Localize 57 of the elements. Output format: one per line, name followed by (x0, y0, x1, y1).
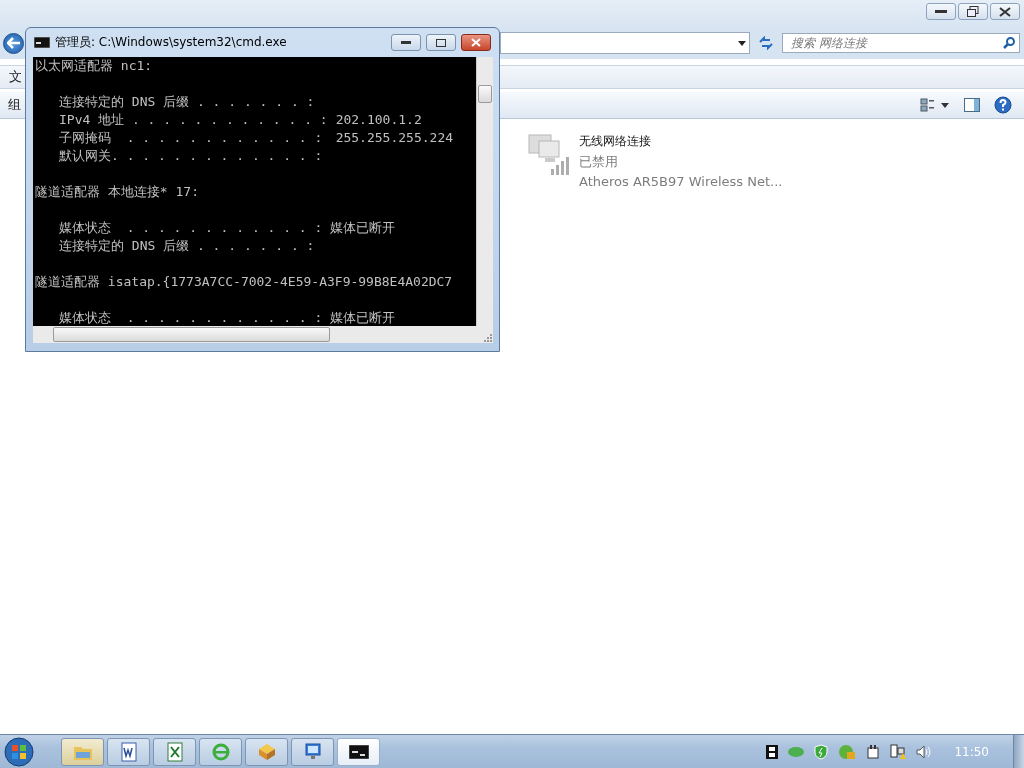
console-line: 媒体状态 . . . . . . . . . . . . : (59, 309, 323, 326)
console-value: 202.100.1.2 (335, 111, 423, 129)
console-value: 媒体已断开 (330, 219, 396, 237)
close-button[interactable] (990, 3, 1020, 20)
search-icon[interactable] (1003, 37, 1015, 49)
plug-icon[interactable] (866, 743, 881, 760)
document-w-icon (119, 741, 138, 762)
speaker-icon[interactable] (916, 744, 933, 759)
close-button[interactable] (461, 34, 491, 51)
minimize-icon (935, 9, 947, 14)
resize-grip-icon[interactable] (484, 334, 493, 343)
console-line: 以太网适配器 nc1: (35, 57, 154, 75)
console-icon (348, 744, 369, 759)
taskbar-button[interactable] (337, 737, 380, 766)
close-icon (471, 38, 481, 47)
device-name: Atheros AR5B97 Wireless Net... (579, 174, 783, 189)
window-title: 管理员: C:\Windows\system32\cmd.exe (55, 34, 288, 51)
restore-button[interactable] (958, 3, 988, 20)
console-line: 隧道适配器 isatap.{1773A7CC-7002-4E59-A3F9-99B8E4A02DC7 (35, 273, 454, 291)
console-line: 连接特定的 DNS 后缀 . . . . . . . : (59, 93, 316, 111)
console-line: 子网掩码 . . . . . . . . . . . . : (59, 129, 324, 147)
toolbar-item[interactable]: 组 (8, 96, 21, 114)
restore-icon (967, 6, 979, 17)
console-line: IPv4 地址 . . . . . . . . . . . . : (59, 111, 328, 129)
console-line: 隧道适配器 本地连接* 17: (35, 183, 200, 201)
maximize-button[interactable] (426, 34, 456, 51)
minimize-icon (401, 40, 411, 45)
search-field[interactable]: 搜索 网络连接 (782, 33, 1020, 53)
spreadsheet-x-icon (165, 741, 184, 762)
connection-name: 无线网络连接 (579, 133, 652, 150)
minimize-button[interactable] (926, 3, 956, 20)
maximize-icon (436, 38, 446, 47)
browser-e-icon (210, 741, 231, 762)
console-line: 默认网关. . . . . . . . . . . . . : (59, 147, 324, 165)
vertical-scrollbar[interactable] (476, 57, 493, 326)
minimize-button[interactable] (391, 34, 421, 51)
taskbar-button[interactable] (107, 737, 150, 766)
network-warning-icon[interactable] (890, 743, 907, 760)
dropdown-caret-icon[interactable] (738, 40, 746, 46)
console-icon (34, 37, 50, 48)
connection-status: 已禁用 (579, 153, 619, 171)
preview-pane-icon[interactable] (964, 98, 980, 112)
shield-icon[interactable] (814, 743, 829, 760)
view-options-icon[interactable] (920, 98, 950, 112)
horizontal-scrollbar[interactable] (33, 326, 476, 343)
console-value: 255.255.255.224 (335, 129, 454, 147)
help-icon[interactable] (994, 96, 1012, 114)
monitor-icon (302, 741, 323, 762)
film-icon[interactable] (766, 744, 779, 759)
cube-icon (256, 741, 277, 762)
close-icon (999, 6, 1011, 17)
console-line: 连接特定的 DNS 后缀 . . . . . . . : (59, 237, 316, 255)
back-button[interactable] (3, 32, 24, 54)
console-value: 媒体已断开 (330, 309, 396, 326)
menu-item[interactable]: 文 (9, 68, 22, 86)
back-arrow-icon (6, 37, 21, 49)
console-line: 媒体状态 . . . . . . . . . . . . : (59, 219, 323, 237)
